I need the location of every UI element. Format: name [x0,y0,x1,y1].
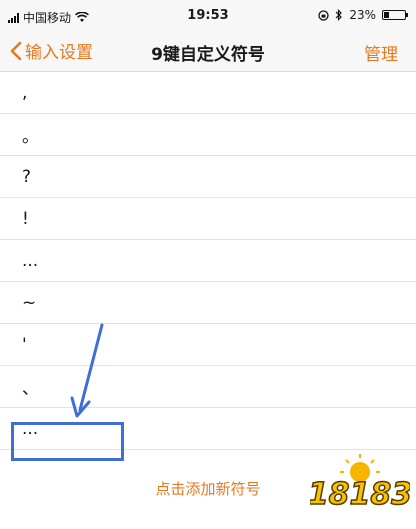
symbol-label: ~ [22,292,37,313]
symbol-row-question[interactable]: ? [0,156,416,198]
symbol-label: , [22,82,28,103]
symbol-label: ? [22,166,32,187]
symbol-row-comma[interactable]: , [0,72,416,114]
symbol-row-period[interactable]: 。 [0,114,416,156]
symbol-label: ... [22,250,39,271]
watermark-text: 18183 [310,477,410,512]
bluetooth-icon [335,9,343,21]
symbol-label: 。 [22,127,39,147]
navigation-bar: 输入设置 9键自定义符号 管理 [0,30,416,72]
watermark-logo: 18183 [310,454,410,513]
symbol-label: ! [22,208,29,229]
symbol-row-ellipsis[interactable]: ... [0,240,416,282]
highlight-box [11,422,124,461]
battery-percent: 23% [349,8,376,22]
symbol-label: 、 [22,379,39,399]
status-right: 23% [318,8,408,22]
symbol-row-apostrophe[interactable]: ' [0,324,416,366]
symbol-list: , 。 ? ! ... ~ ' 、 ... [0,72,416,450]
battery-icon [382,10,408,20]
status-bar: 中国移动 19:53 23% [0,0,416,30]
symbol-row-tilde[interactable]: ~ [0,282,416,324]
symbol-row-exclamation[interactable]: ! [0,198,416,240]
manage-button[interactable]: 管理 [364,40,398,65]
symbol-label: ' [22,334,27,355]
symbol-row-enumeration-comma[interactable]: 、 [0,366,416,408]
orientation-lock-icon [318,9,329,21]
page-title: 9键自定义符号 [151,45,265,65]
